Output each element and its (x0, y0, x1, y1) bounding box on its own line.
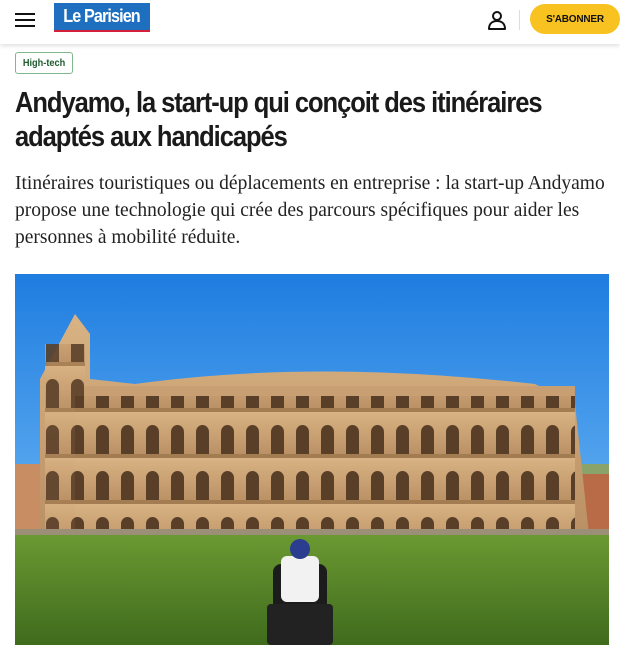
menu-icon[interactable] (15, 11, 37, 29)
hero-image (15, 274, 609, 645)
site-logo[interactable]: Le Parisien (54, 3, 150, 32)
subscribe-label: S'ABONNER (546, 13, 604, 25)
logo-text: Le Parisien (63, 6, 141, 26)
article-lead: Itinéraires touristiques ou déplacements… (15, 173, 605, 248)
category-tag-label: High-tech (22, 57, 66, 69)
subscribe-button[interactable]: S'ABONNER (530, 4, 620, 34)
site-header: Le Parisien S'ABONNER (0, 0, 620, 44)
article-title: Andyamo, la start-up qui conçoit des iti… (15, 87, 543, 153)
category-tag[interactable]: High-tech (15, 52, 74, 74)
account-icon[interactable] (486, 9, 508, 31)
header-divider (519, 10, 520, 30)
